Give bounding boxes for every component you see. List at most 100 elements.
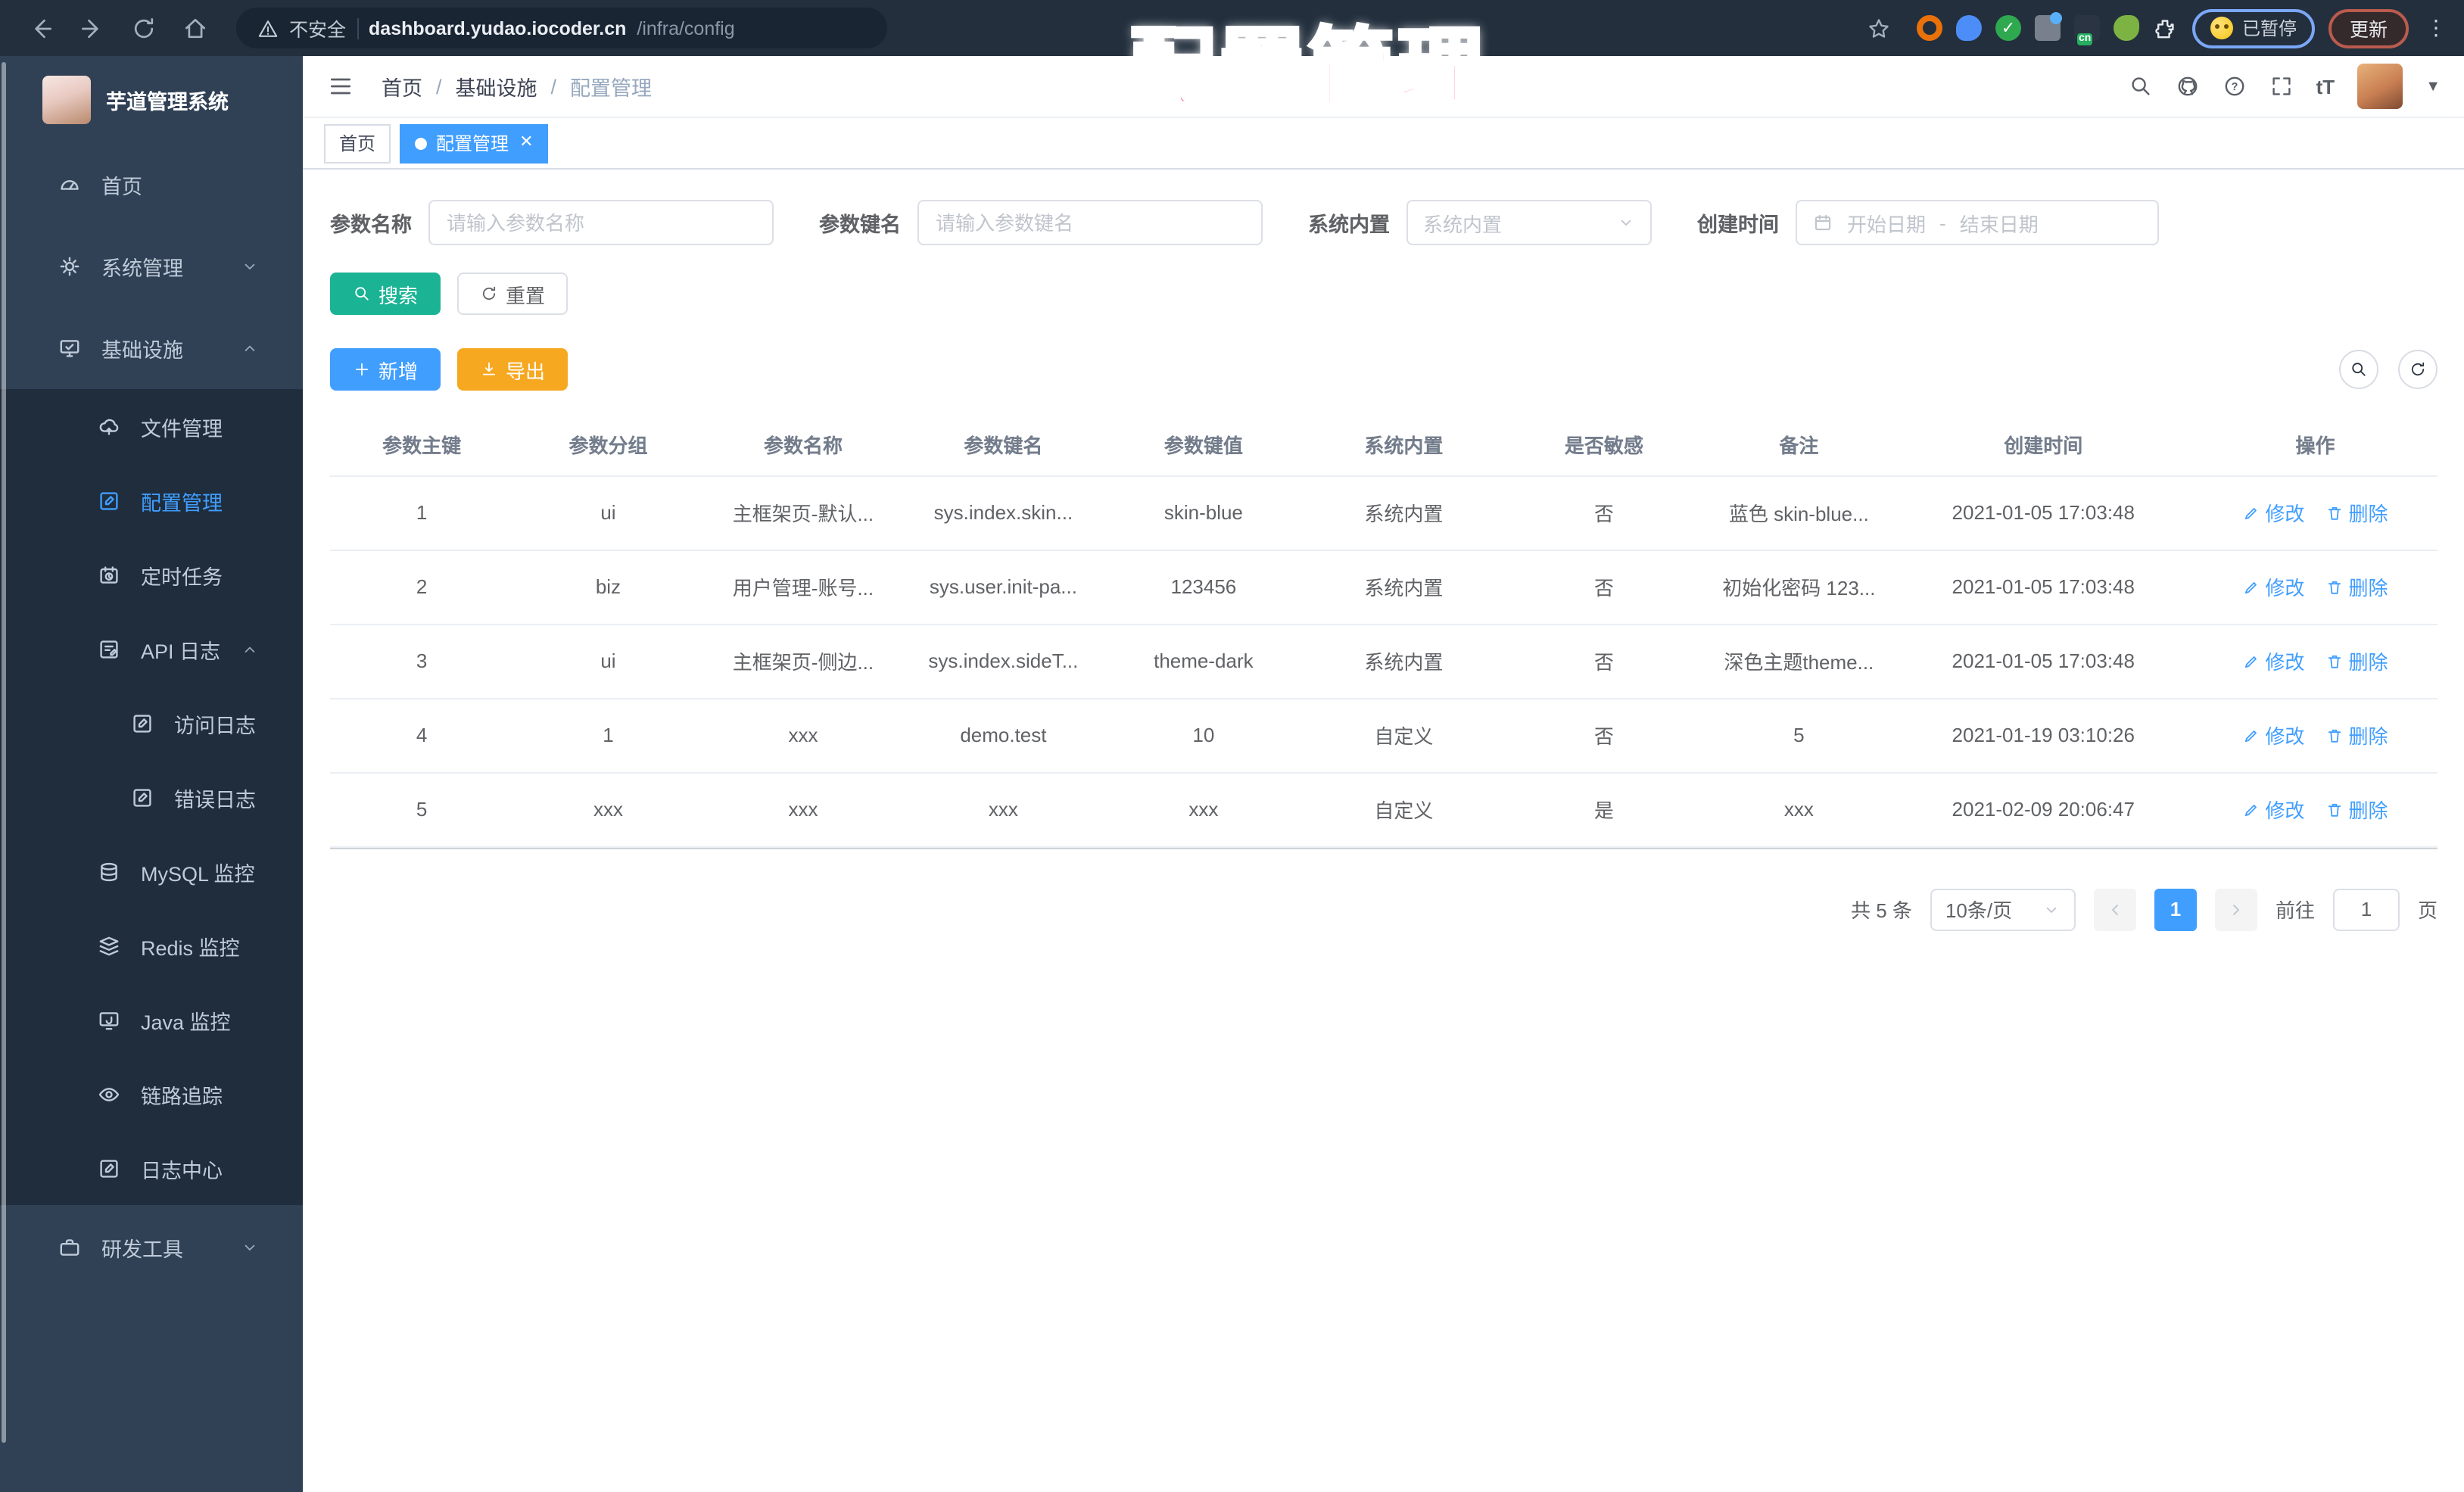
edit-link[interactable]: 修改	[2242, 795, 2304, 824]
security-label: 不安全	[289, 20, 347, 41]
sidebar-item-home[interactable]: 首页	[0, 144, 303, 226]
svg-text:?: ?	[2231, 81, 2238, 93]
sidebar-menu: 首页 系统管理 基础设施 文件管理 配置管理 定时任务 API 日志 访问日志 …	[0, 144, 303, 1290]
extensions-puzzle-icon[interactable]	[2153, 15, 2179, 41]
edit-link[interactable]: 修改	[2242, 646, 2304, 675]
search-icon[interactable]	[2129, 74, 2153, 98]
table-tools	[2339, 350, 2438, 389]
extension-icon-check[interactable]: ✓	[1995, 15, 2021, 41]
prev-page-button[interactable]	[2093, 888, 2136, 930]
gear-icon	[60, 257, 79, 276]
create-button[interactable]: 新增	[330, 348, 441, 391]
extension-icon-orange[interactable]	[1916, 15, 1942, 41]
pen-icon	[2245, 581, 2257, 593]
sidebar-scrollbar[interactable]	[2, 62, 6, 1443]
sidebar-item-log-center[interactable]: 日志中心	[0, 1131, 303, 1205]
user-avatar[interactable]	[2357, 64, 2403, 109]
url-domain: dashboard.yudao.iocoder.cn	[369, 17, 627, 39]
screen: 不安全 dashboard.yudao.iocoder.cn/infra/con…	[0, 0, 2464, 1492]
reset-button[interactable]: 重置	[457, 273, 568, 315]
sidebar-item-error-log[interactable]: 错误日志	[0, 760, 303, 834]
goto-page-input[interactable]	[2332, 888, 2400, 930]
breadcrumb-current: 配置管理	[570, 77, 653, 100]
browser-back-icon[interactable]	[27, 14, 55, 42]
sidebar-item-tracing[interactable]: 链路追踪	[0, 1057, 303, 1131]
delete-link[interactable]: 删除	[2325, 721, 2388, 749]
delete-link[interactable]: 删除	[2325, 795, 2388, 824]
date-range-picker[interactable]: 开始日期 - 结束日期	[1796, 200, 2159, 245]
table-header-row: 参数主键 参数分组 参数名称 参数键名 参数键值 系统内置 是否敏感 备注 创建…	[330, 415, 2438, 476]
main-area: 首页 / 基础设施 / 配置管理 ? tT ▼ 首页 配置管理 ✕ 参数名称 请…	[303, 56, 2464, 1492]
edit-link[interactable]: 修改	[2242, 498, 2304, 527]
browser-forward-icon[interactable]	[79, 14, 106, 42]
tab-config-management[interactable]: 配置管理 ✕	[400, 123, 549, 163]
sidebar-item-java-monitor[interactable]: Java 监控	[0, 983, 303, 1057]
page-size-select[interactable]: 10条/页	[1930, 888, 2076, 930]
font-size-icon[interactable]: tT	[2316, 75, 2335, 98]
export-button[interactable]: 导出	[457, 348, 568, 391]
avatar-caret-icon[interactable]: ▼	[2425, 78, 2441, 95]
refresh-icon	[2411, 362, 2425, 376]
sidebar-item-redis-monitor[interactable]: Redis 监控	[0, 908, 303, 983]
app-window: 芋道管理系统 首页 系统管理 基础设施 文件管理 配置管理 定时任务 API 日…	[0, 56, 2464, 1492]
monitor-icon	[60, 340, 79, 357]
browser-update-button[interactable]: 更新	[2328, 8, 2409, 48]
extension-icon-leaf[interactable]	[2113, 15, 2139, 41]
trash-icon	[2328, 506, 2341, 519]
trash-icon	[2328, 580, 2341, 593]
chevron-left-icon	[2112, 904, 2118, 914]
timer-icon	[100, 565, 118, 583]
toggle-search-button[interactable]	[2339, 350, 2378, 389]
extension-icon-grid[interactable]	[2034, 12, 2062, 41]
calendar-icon	[1815, 214, 1831, 231]
table-row: 2 biz 用户管理-账号... sys.user.init-pa... 123…	[330, 550, 2438, 625]
browser-reload-icon[interactable]	[130, 14, 157, 42]
edit-link[interactable]: 修改	[2242, 721, 2304, 749]
chevron-down-icon	[245, 263, 255, 269]
extension-icon-pin[interactable]	[1955, 15, 1982, 41]
sidebar-item-infrastructure[interactable]: 基础设施	[0, 307, 303, 389]
chevron-up-icon	[245, 646, 255, 652]
sidebar-item-access-log[interactable]: 访问日志	[0, 686, 303, 760]
filter-actions: 搜索 重置	[330, 273, 2438, 315]
fullscreen-icon[interactable]	[2269, 74, 2294, 98]
edit-link[interactable]: 修改	[2242, 572, 2304, 601]
chevron-right-icon	[2233, 904, 2239, 914]
browser-home-icon[interactable]	[182, 14, 209, 42]
help-icon[interactable]: ?	[2223, 74, 2247, 98]
filter-param-key: 参数键名	[819, 200, 1263, 245]
browser-address-bar[interactable]: 不安全 dashboard.yudao.iocoder.cn/infra/con…	[236, 8, 887, 48]
tab-close-icon[interactable]: ✕	[519, 134, 533, 151]
trash-icon	[2328, 654, 2341, 668]
param-key-input[interactable]	[917, 200, 1263, 245]
tab-home[interactable]: 首页	[324, 123, 391, 163]
sidebar-item-scheduled-jobs[interactable]: 定时任务	[0, 537, 303, 612]
extension-icon-cn[interactable]	[2073, 15, 2100, 45]
builtin-select[interactable]: 系统内置	[1406, 200, 1652, 245]
sidebar-item-config-management[interactable]: 配置管理	[0, 463, 303, 537]
breadcrumb-home[interactable]: 首页	[382, 71, 422, 101]
page-unit-label: 页	[2417, 899, 2438, 922]
browser-menu-icon[interactable]: ⋮	[2422, 15, 2450, 41]
profile-paused-badge[interactable]: 已暂停	[2191, 8, 2315, 48]
delete-link[interactable]: 删除	[2325, 572, 2388, 601]
page-number-button[interactable]: 1	[2154, 888, 2197, 930]
sidebar-toggle-icon[interactable]	[327, 73, 354, 100]
sidebar-item-file-management[interactable]: 文件管理	[0, 389, 303, 463]
filter-param-name: 参数名称	[330, 200, 774, 245]
delete-link[interactable]: 删除	[2325, 646, 2388, 675]
sidebar-item-api-log[interactable]: API 日志	[0, 612, 303, 686]
sidebar-item-mysql-monitor[interactable]: MySQL 监控	[0, 834, 303, 908]
refresh-icon	[482, 286, 496, 301]
param-name-input[interactable]	[428, 200, 774, 245]
java-monitor-icon	[99, 1011, 119, 1029]
github-icon[interactable]	[2176, 74, 2200, 98]
delete-link[interactable]: 删除	[2325, 498, 2388, 527]
sidebar-item-system-management[interactable]: 系统管理	[0, 226, 303, 307]
bookmark-star-icon[interactable]	[1867, 16, 1891, 40]
refresh-table-button[interactable]	[2398, 350, 2438, 389]
download-icon	[482, 362, 496, 375]
sidebar-item-dev-tools[interactable]: 研发工具	[0, 1205, 303, 1290]
next-page-button[interactable]	[2214, 888, 2257, 930]
search-button[interactable]: 搜索	[330, 273, 441, 315]
